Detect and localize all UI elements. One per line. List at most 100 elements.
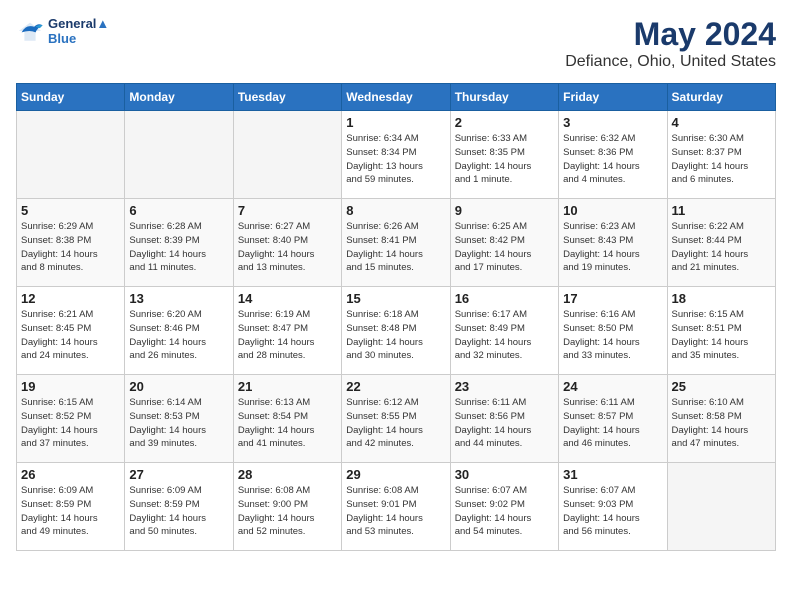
day-info: Sunrise: 6:18 AMSunset: 8:48 PMDaylight:… <box>346 308 445 363</box>
calendar-header: SundayMondayTuesdayWednesdayThursdayFrid… <box>17 84 776 111</box>
day-header-wednesday: Wednesday <box>342 84 450 111</box>
logo-icon <box>16 17 44 45</box>
day-info: Sunrise: 6:19 AMSunset: 8:47 PMDaylight:… <box>238 308 337 363</box>
day-number: 12 <box>21 291 120 306</box>
day-number: 9 <box>455 203 554 218</box>
day-info: Sunrise: 6:09 AMSunset: 8:59 PMDaylight:… <box>129 484 228 539</box>
day-info: Sunrise: 6:17 AMSunset: 8:49 PMDaylight:… <box>455 308 554 363</box>
calendar-cell: 10Sunrise: 6:23 AMSunset: 8:43 PMDayligh… <box>559 199 667 287</box>
day-number: 8 <box>346 203 445 218</box>
day-info: Sunrise: 6:07 AMSunset: 9:02 PMDaylight:… <box>455 484 554 539</box>
calendar-cell: 22 Sunrise: 6:12 AMSunset: 8:55 PMDayligh… <box>342 375 450 463</box>
day-info: Sunrise: 6:30 AMSunset: 8:37 PMDaylight:… <box>672 132 771 187</box>
calendar-cell: 3 Sunrise: 6:32 AMSunset: 8:36 PMDaylight… <box>559 111 667 199</box>
day-number: 20 <box>129 379 228 394</box>
calendar-cell: 11 Sunrise: 6:22 AMSunset: 8:44 PMDayligh… <box>667 199 775 287</box>
day-info: Sunrise: 6:27 AMSunset: 8:40 PMDaylight:… <box>238 220 337 275</box>
calendar-cell: 31 Sunrise: 6:07 AMSunset: 9:03 PMDayligh… <box>559 463 667 551</box>
logo-text: General▲ Blue <box>48 16 109 46</box>
calendar-body: 1Sunrise: 6:34 AMSunset: 8:34 PMDaylight… <box>17 111 776 551</box>
day-info: Sunrise: 6:14 AMSunset: 8:53 PMDaylight:… <box>129 396 228 451</box>
day-info: Sunrise: 6:25 AMSunset: 8:42 PMDaylight:… <box>455 220 554 275</box>
logo: General▲ Blue <box>16 16 109 46</box>
day-info: Sunrise: 6:22 AMSunset: 8:44 PMDaylight:… <box>672 220 771 275</box>
calendar-cell: 17Sunrise: 6:16 AMSunset: 8:50 PMDayligh… <box>559 287 667 375</box>
day-number: 23 <box>455 379 554 394</box>
day-number: 13 <box>129 291 228 306</box>
calendar-cell: 7 Sunrise: 6:27 AMSunset: 8:40 PMDaylight… <box>233 199 341 287</box>
main-title: May 2024 <box>565 16 776 53</box>
day-number: 25 <box>672 379 771 394</box>
calendar-cell <box>17 111 125 199</box>
day-header-saturday: Saturday <box>667 84 775 111</box>
day-info: Sunrise: 6:12 AMSunset: 8:55 PMDaylight:… <box>346 396 445 451</box>
day-number: 28 <box>238 467 337 482</box>
day-number: 16 <box>455 291 554 306</box>
calendar-week-2: 5 Sunrise: 6:29 AMSunset: 8:38 PMDaylight… <box>17 199 776 287</box>
calendar-cell: 20 Sunrise: 6:14 AMSunset: 8:53 PMDayligh… <box>125 375 233 463</box>
calendar-cell <box>667 463 775 551</box>
day-header-tuesday: Tuesday <box>233 84 341 111</box>
day-header-monday: Monday <box>125 84 233 111</box>
day-info: Sunrise: 6:23 AMSunset: 8:43 PMDaylight:… <box>563 220 662 275</box>
calendar-cell: 30 Sunrise: 6:07 AMSunset: 9:02 PMDayligh… <box>450 463 558 551</box>
calendar-cell: 1Sunrise: 6:34 AMSunset: 8:34 PMDaylight… <box>342 111 450 199</box>
calendar-cell: 16 Sunrise: 6:17 AMSunset: 8:49 PMDayligh… <box>450 287 558 375</box>
day-number: 2 <box>455 115 554 130</box>
calendar-cell: 18 Sunrise: 6:15 AMSunset: 8:51 PMDayligh… <box>667 287 775 375</box>
day-number: 5 <box>21 203 120 218</box>
day-info: Sunrise: 6:08 AMSunset: 9:00 PMDaylight:… <box>238 484 337 539</box>
day-header-sunday: Sunday <box>17 84 125 111</box>
day-info: Sunrise: 6:34 AMSunset: 8:34 PMDaylight:… <box>346 132 445 187</box>
day-info: Sunrise: 6:13 AMSunset: 8:54 PMDaylight:… <box>238 396 337 451</box>
calendar-week-4: 19Sunrise: 6:15 AMSunset: 8:52 PMDayligh… <box>17 375 776 463</box>
day-number: 31 <box>563 467 662 482</box>
calendar-cell: 21Sunrise: 6:13 AMSunset: 8:54 PMDayligh… <box>233 375 341 463</box>
day-number: 30 <box>455 467 554 482</box>
day-info: Sunrise: 6:32 AMSunset: 8:36 PMDaylight:… <box>563 132 662 187</box>
calendar-cell: 28 Sunrise: 6:08 AMSunset: 9:00 PMDayligh… <box>233 463 341 551</box>
day-info: Sunrise: 6:15 AMSunset: 8:51 PMDaylight:… <box>672 308 771 363</box>
day-info: Sunrise: 6:15 AMSunset: 8:52 PMDaylight:… <box>21 396 120 451</box>
day-info: Sunrise: 6:33 AMSunset: 8:35 PMDaylight:… <box>455 132 554 187</box>
calendar-cell: 9 Sunrise: 6:25 AMSunset: 8:42 PMDaylight… <box>450 199 558 287</box>
day-info: Sunrise: 6:26 AMSunset: 8:41 PMDaylight:… <box>346 220 445 275</box>
day-number: 11 <box>672 203 771 218</box>
day-number: 18 <box>672 291 771 306</box>
calendar-cell: 26Sunrise: 6:09 AMSunset: 8:59 PMDayligh… <box>17 463 125 551</box>
calendar-cell: 24Sunrise: 6:11 AMSunset: 8:57 PMDayligh… <box>559 375 667 463</box>
day-header-thursday: Thursday <box>450 84 558 111</box>
sub-title: Defiance, Ohio, United States <box>565 53 776 71</box>
header-row: SundayMondayTuesdayWednesdayThursdayFrid… <box>17 84 776 111</box>
calendar-cell: 14 Sunrise: 6:19 AMSunset: 8:47 PMDayligh… <box>233 287 341 375</box>
calendar-cell: 8 Sunrise: 6:26 AMSunset: 8:41 PMDaylight… <box>342 199 450 287</box>
day-number: 27 <box>129 467 228 482</box>
day-info: Sunrise: 6:11 AMSunset: 8:56 PMDaylight:… <box>455 396 554 451</box>
day-info: Sunrise: 6:10 AMSunset: 8:58 PMDaylight:… <box>672 396 771 451</box>
day-info: Sunrise: 6:07 AMSunset: 9:03 PMDaylight:… <box>563 484 662 539</box>
day-number: 22 <box>346 379 445 394</box>
day-number: 6 <box>129 203 228 218</box>
calendar-cell: 12 Sunrise: 6:21 AMSunset: 8:45 PMDayligh… <box>17 287 125 375</box>
day-info: Sunrise: 6:21 AMSunset: 8:45 PMDaylight:… <box>21 308 120 363</box>
day-number: 24 <box>563 379 662 394</box>
day-info: Sunrise: 6:16 AMSunset: 8:50 PMDaylight:… <box>563 308 662 363</box>
day-info: Sunrise: 6:08 AMSunset: 9:01 PMDaylight:… <box>346 484 445 539</box>
calendar-cell: 25 Sunrise: 6:10 AMSunset: 8:58 PMDayligh… <box>667 375 775 463</box>
day-number: 3 <box>563 115 662 130</box>
calendar-cell: 23 Sunrise: 6:11 AMSunset: 8:56 PMDayligh… <box>450 375 558 463</box>
day-info: Sunrise: 6:09 AMSunset: 8:59 PMDaylight:… <box>21 484 120 539</box>
calendar-cell: 27 Sunrise: 6:09 AMSunset: 8:59 PMDayligh… <box>125 463 233 551</box>
day-number: 15 <box>346 291 445 306</box>
calendar-week-5: 26Sunrise: 6:09 AMSunset: 8:59 PMDayligh… <box>17 463 776 551</box>
day-number: 14 <box>238 291 337 306</box>
day-info: Sunrise: 6:29 AMSunset: 8:38 PMDaylight:… <box>21 220 120 275</box>
calendar-table: SundayMondayTuesdayWednesdayThursdayFrid… <box>16 83 776 551</box>
calendar-cell: 29Sunrise: 6:08 AMSunset: 9:01 PMDayligh… <box>342 463 450 551</box>
calendar-week-1: 1Sunrise: 6:34 AMSunset: 8:34 PMDaylight… <box>17 111 776 199</box>
calendar-cell: 15 Sunrise: 6:18 AMSunset: 8:48 PMDayligh… <box>342 287 450 375</box>
page-header: General▲ Blue May 2024 Defiance, Ohio, U… <box>16 16 776 71</box>
title-block: May 2024 Defiance, Ohio, United States <box>565 16 776 71</box>
day-number: 7 <box>238 203 337 218</box>
calendar-cell: 2 Sunrise: 6:33 AMSunset: 8:35 PMDaylight… <box>450 111 558 199</box>
